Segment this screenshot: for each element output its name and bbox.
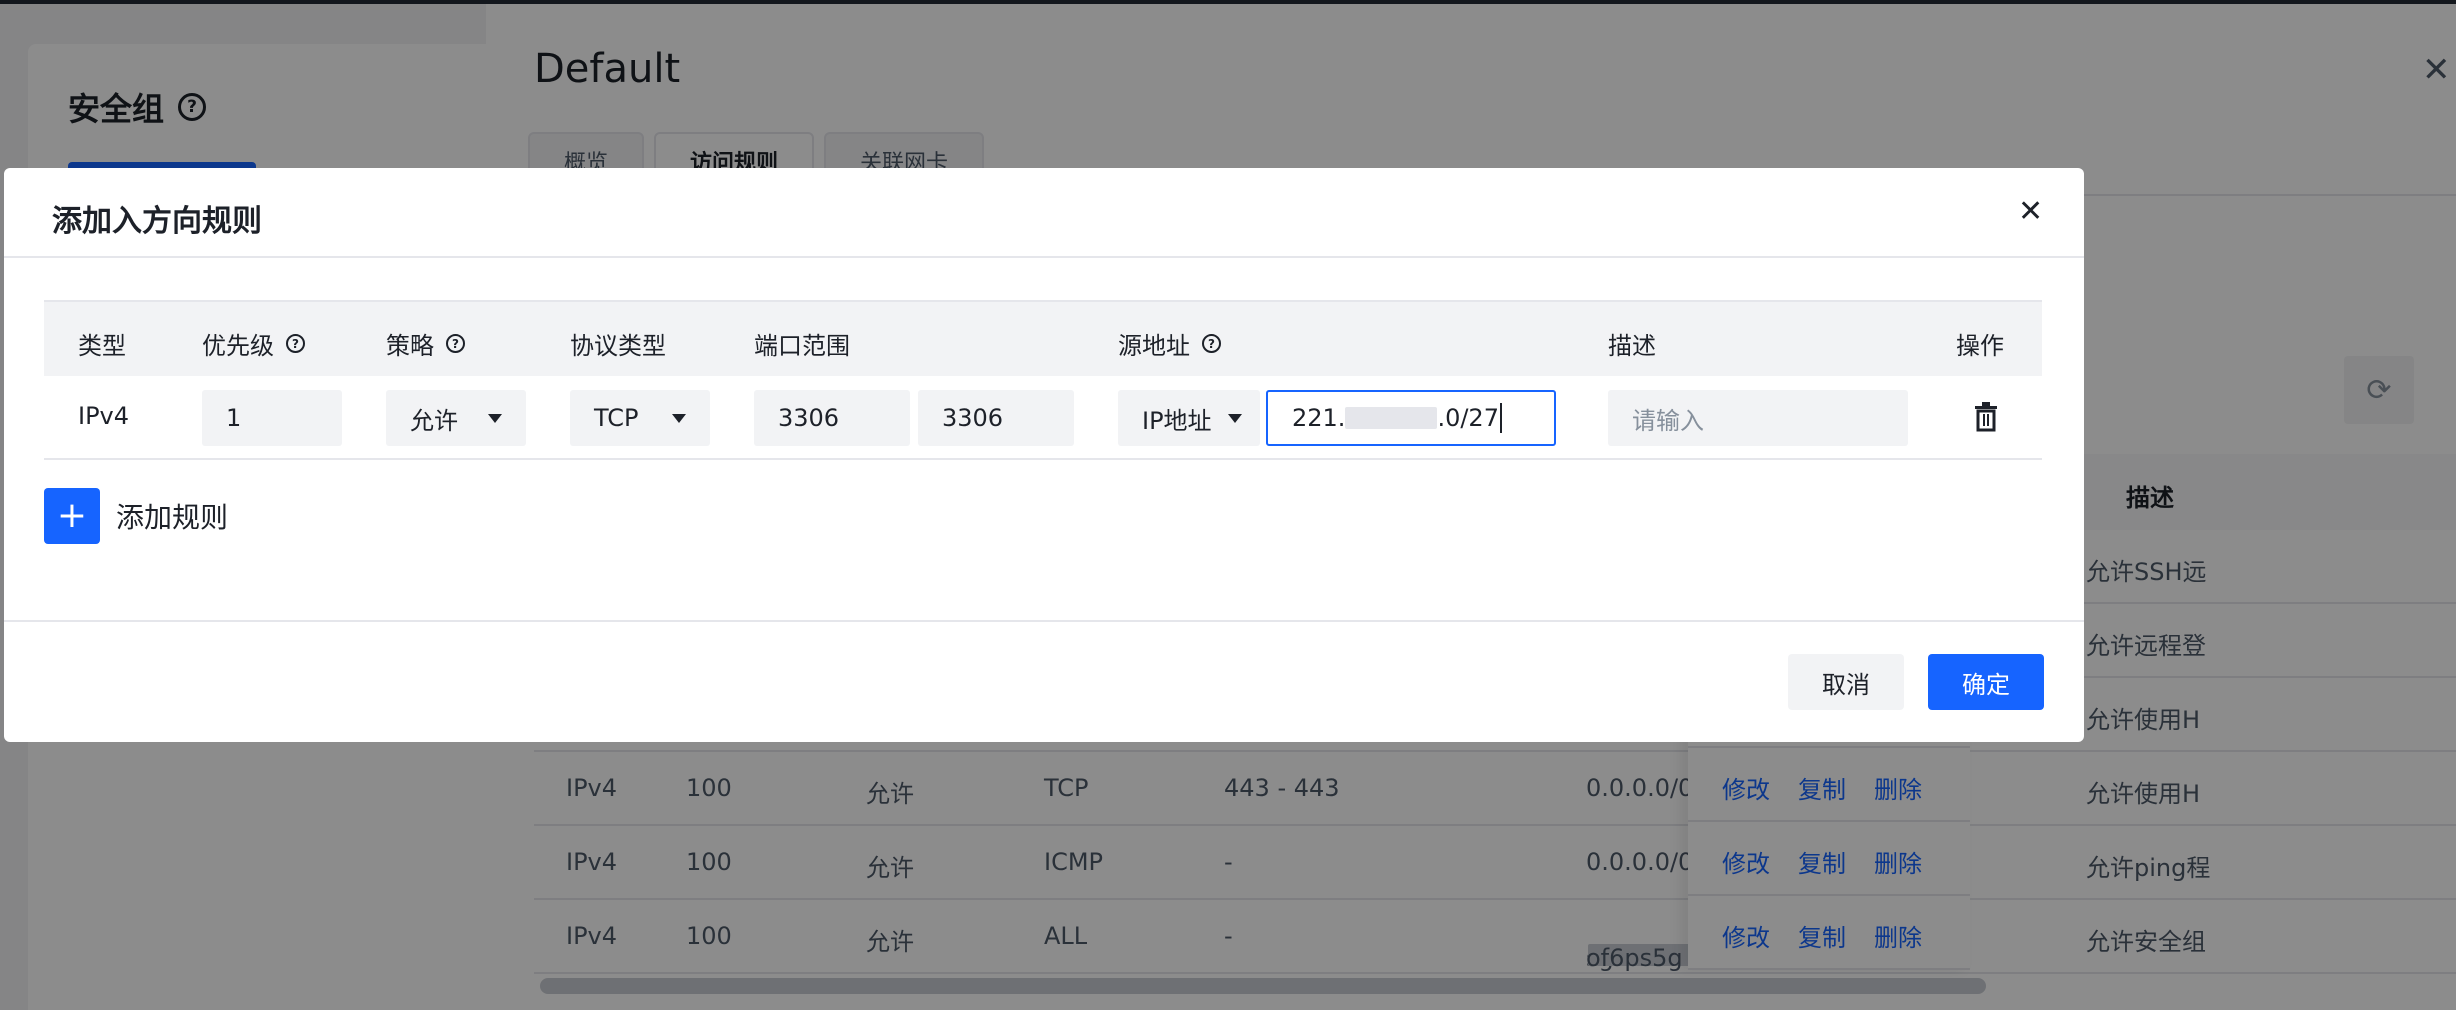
dialog-header: 添加入方向规则 ✕: [4, 168, 2084, 258]
col-type: 类型: [78, 326, 126, 361]
caret-down-icon: [672, 413, 686, 423]
dialog-footer: 取消 确定: [4, 620, 2084, 742]
source-address-suffix: .0/27: [1437, 404, 1499, 432]
help-icon[interactable]: ?: [1202, 334, 1221, 353]
col-type-label: 类型: [78, 332, 126, 360]
description-input[interactable]: 请输入: [1608, 390, 1908, 446]
col-desc: 描述: [1608, 326, 1656, 361]
col-port: 端口范围: [754, 326, 850, 361]
add-inbound-rule-dialog: 添加入方向规则 ✕ 类型 优先级? 策略? 协议类型 端口范围 源地址? 描述 …: [4, 168, 2084, 742]
col-priority: 优先级?: [202, 326, 305, 361]
port-to-value: 3306: [942, 404, 1004, 432]
text-cursor: [1499, 403, 1502, 433]
caret-down-icon: [488, 413, 502, 423]
protocol-select[interactable]: TCP: [570, 390, 710, 446]
close-icon[interactable]: ✕: [2018, 194, 2043, 229]
col-protocol: 协议类型: [570, 326, 666, 361]
source-type-value: IP地址: [1142, 406, 1212, 435]
col-desc-label: 描述: [1608, 332, 1656, 360]
port-from-value: 3306: [778, 404, 840, 432]
priority-value: 1: [226, 404, 242, 432]
col-source: 源地址?: [1118, 326, 1221, 361]
help-icon[interactable]: ?: [286, 334, 305, 353]
cancel-button[interactable]: 取消: [1788, 654, 1904, 710]
source-address-input[interactable]: 221. .0/27: [1266, 390, 1556, 446]
caret-down-icon: [1228, 413, 1242, 423]
port-from-input[interactable]: 3306: [754, 390, 910, 446]
trash-icon[interactable]: [1974, 402, 1998, 432]
redaction-mask: [1345, 407, 1438, 429]
col-priority-label: 优先级: [202, 332, 274, 360]
col-source-label: 源地址: [1118, 332, 1190, 360]
col-port-label: 端口范围: [754, 332, 850, 360]
port-to-input[interactable]: 3306: [918, 390, 1074, 446]
rule-type: IPv4: [78, 402, 130, 430]
protocol-value: TCP: [594, 404, 639, 432]
policy-select[interactable]: 允许: [386, 390, 526, 446]
col-policy: 策略?: [386, 326, 465, 361]
col-protocol-label: 协议类型: [570, 332, 666, 360]
col-ops-label: 操作: [1956, 332, 2004, 360]
help-icon[interactable]: ?: [446, 334, 465, 353]
col-ops: 操作: [1956, 326, 2004, 361]
source-address-prefix: 221.: [1292, 404, 1346, 432]
rule-row: IPv4 1 允许 TCP 3306 3306 IP地址 221. .0/27 请…: [44, 376, 2042, 460]
plus-icon[interactable]: +: [44, 488, 100, 544]
add-rule-button[interactable]: + 添加规则: [44, 488, 228, 544]
source-type-select[interactable]: IP地址: [1118, 390, 1260, 446]
col-policy-label: 策略: [386, 332, 434, 360]
dialog-title: 添加入方向规则: [52, 204, 262, 239]
rule-table-header: 类型 优先级? 策略? 协议类型 端口范围 源地址? 描述 操作: [44, 300, 2042, 376]
policy-value: 允许: [410, 406, 458, 435]
add-rule-label: 添加规则: [116, 501, 229, 534]
confirm-button[interactable]: 确定: [1928, 654, 2044, 710]
priority-input[interactable]: 1: [202, 390, 342, 446]
description-placeholder: 请输入: [1632, 406, 1704, 435]
